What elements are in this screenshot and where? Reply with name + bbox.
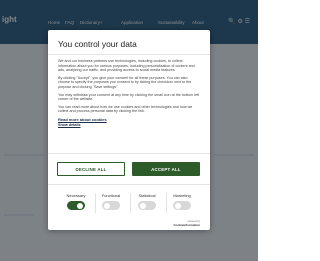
dialog-title: You control your data — [58, 39, 137, 49]
preference-label: Functional — [101, 193, 121, 198]
divider — [48, 54, 210, 55]
preference-functional: Functional — [93, 193, 129, 210]
divider — [48, 184, 210, 185]
read-more-cookies-link[interactable]: Read more about cookies — [58, 117, 200, 122]
cookie-consent-dialog: You control your data We and our busines… — [48, 30, 210, 230]
powered-by-brand: Cookieinformation — [173, 222, 200, 227]
accept-all-button[interactable]: ACCEPT ALL — [132, 162, 200, 176]
toggle-knob — [175, 202, 181, 209]
marketing-toggle[interactable] — [173, 201, 191, 210]
necessary-toggle[interactable] — [67, 201, 85, 210]
consent-paragraph: You may withdraw your consent at any tim… — [58, 92, 200, 102]
preference-necessary: Necessary — [58, 193, 94, 210]
toggle-knob — [77, 202, 83, 209]
consent-paragraph: By clicking "Accept", you give your cons… — [58, 75, 192, 89]
preference-statistical: Statistical — [129, 193, 165, 210]
show-details-link[interactable]: Show details — [58, 123, 200, 128]
preference-label: Necessary — [66, 193, 86, 198]
toggle-knob — [140, 202, 146, 209]
decline-all-button[interactable]: DECLINE ALL — [57, 162, 125, 176]
consent-paragraph: You can read more about how we use cooki… — [58, 104, 193, 114]
consent-paragraph: We and our business partners use technol… — [58, 59, 195, 72]
preference-marketing: Marketing — [164, 193, 200, 210]
divider — [48, 153, 210, 154]
functional-toggle[interactable] — [102, 201, 120, 210]
statistical-toggle[interactable] — [138, 201, 156, 210]
toggle-knob — [104, 202, 110, 209]
consent-text: We and our business partners use technol… — [58, 59, 200, 128]
preference-label: Statistical — [138, 193, 156, 198]
preference-label: Marketing — [173, 193, 191, 198]
powered-by-badge: powered by Cookieinformation — [173, 220, 200, 227]
